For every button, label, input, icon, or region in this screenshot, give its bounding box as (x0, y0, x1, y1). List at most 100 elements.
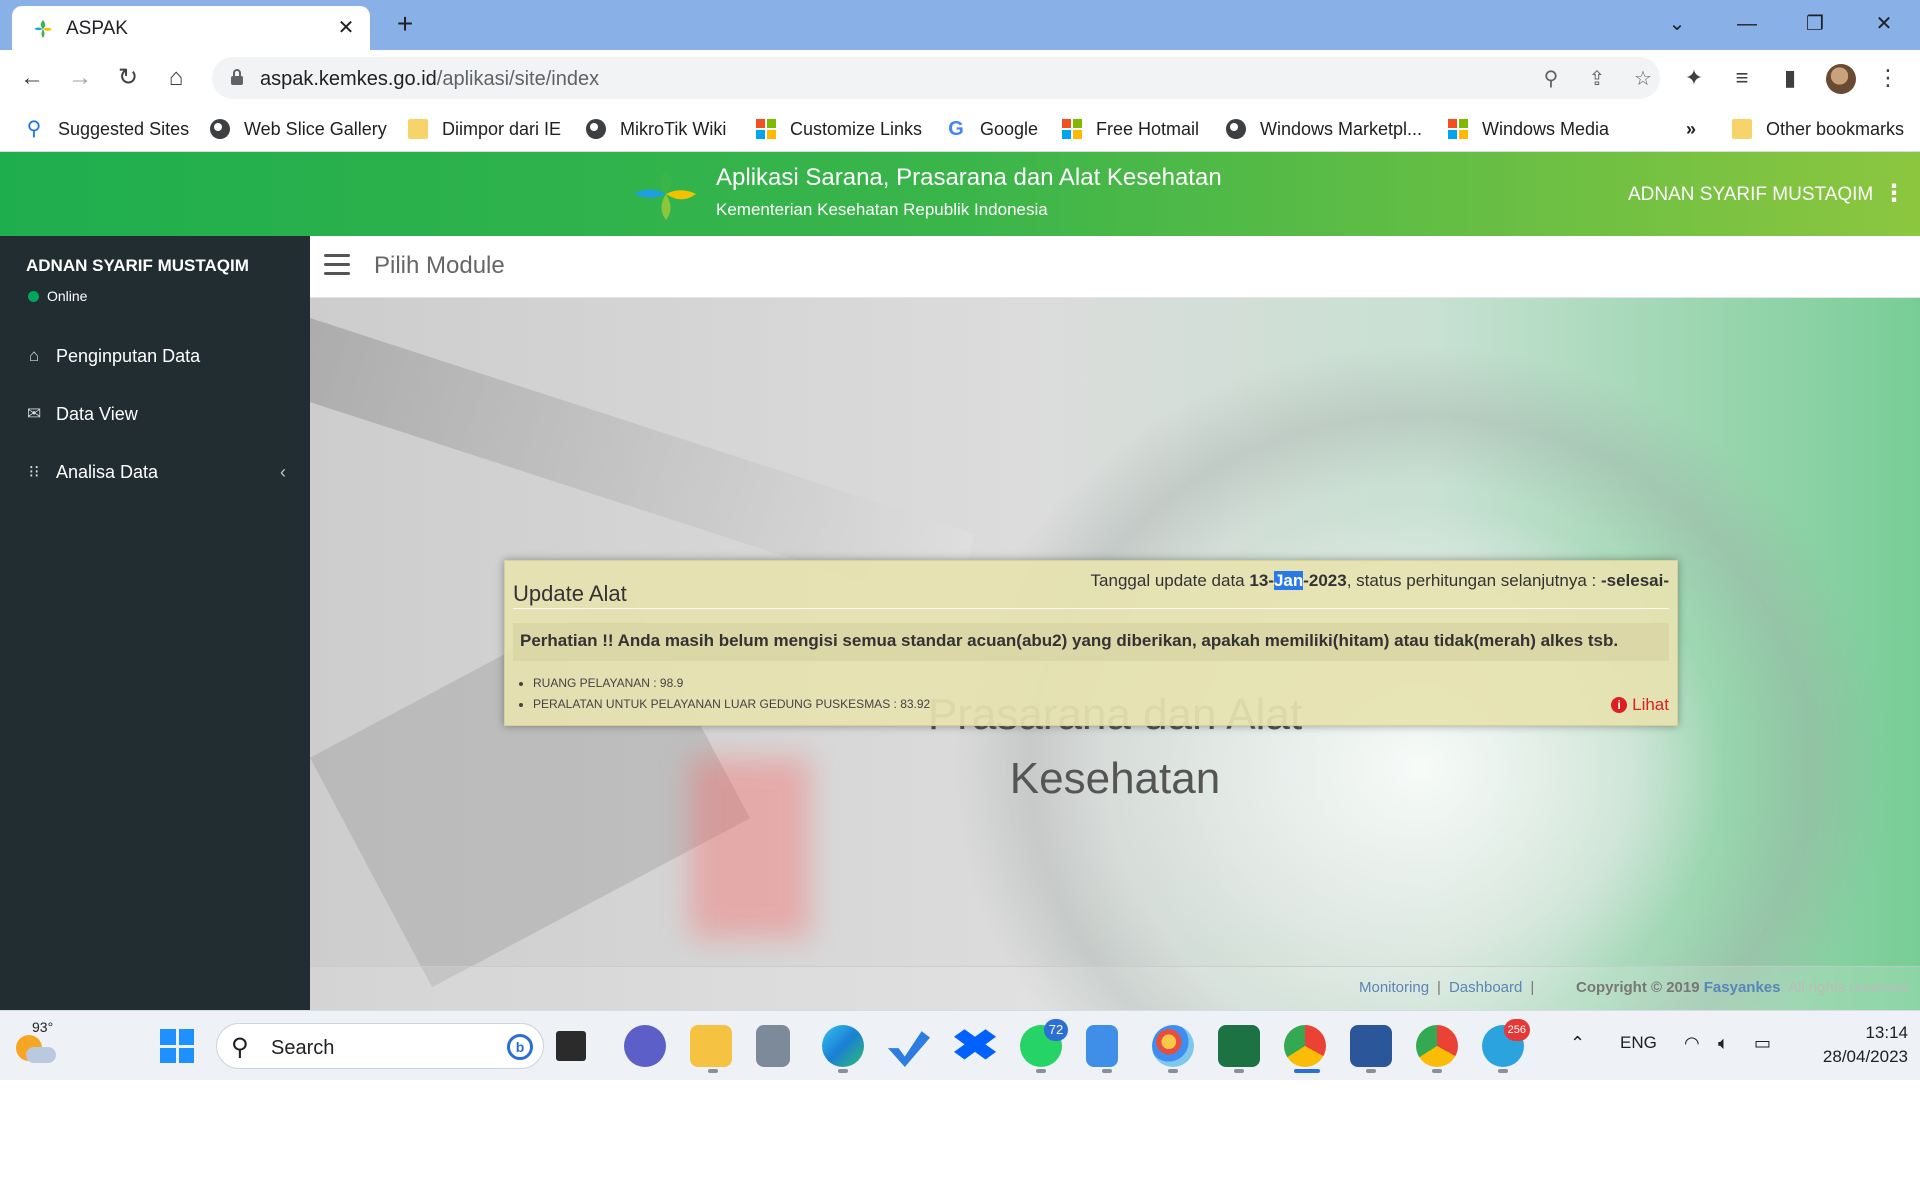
info-circle-icon: i (1611, 697, 1628, 713)
footer-link-dashboard[interactable]: Dashboard (1449, 979, 1522, 996)
profile-avatar[interactable] (1826, 64, 1856, 94)
bookmark-suggested-sites[interactable]: ⚲ Suggested Sites (24, 116, 189, 142)
bookmark-mikrotik-wiki[interactable]: MikroTik Wiki (586, 116, 726, 142)
notepad-icon[interactable] (1086, 1025, 1118, 1067)
list-item: PERALATAN UNTUK PELAYANAN LUAR GEDUNG PU… (533, 694, 930, 715)
windows-taskbar: 93° ⚲ Search b 72 256 ⌃ ENG ◠ 🔈︎ ▭ 13:14… (0, 1010, 1920, 1080)
battery-icon[interactable]: ▭ (1754, 1033, 1771, 1054)
bookmark-web-slice-gallery[interactable]: Web Slice Gallery (210, 116, 387, 142)
sidebar-item-data-view[interactable]: ✉ Data View (0, 386, 310, 442)
bookmark-free-hotmail[interactable]: Free Hotmail (1062, 116, 1199, 142)
tab-close-icon[interactable]: ✕ (334, 16, 358, 40)
browser-menu-icon[interactable]: ⋮ (1872, 62, 1904, 94)
envelope-icon: ✉ (26, 404, 42, 423)
popup-update-info: Tanggal update data 13-Jan-2023, status … (1090, 571, 1669, 590)
windows-icon (1448, 119, 1468, 139)
task-view-icon[interactable] (556, 1031, 586, 1061)
online-dot-icon (28, 290, 39, 302)
footer-link-monitoring[interactable]: Monitoring (1359, 979, 1429, 996)
telegram-icon[interactable]: 256 (1482, 1019, 1530, 1067)
word-icon[interactable] (1350, 1025, 1392, 1067)
app-header: Aplikasi Sarana, Prasarana dan Alat Kese… (0, 152, 1920, 236)
running-indicator (1366, 1069, 1376, 1073)
popup-alert: Perhatian !! Anda masih belum mengisi se… (513, 623, 1669, 661)
search-icon: ⚲ (26, 118, 42, 140)
back-arrow-icon[interactable]: ← (16, 62, 48, 94)
weather-temperature: 93° (32, 1019, 54, 1035)
bookmark-windows-marketplace[interactable]: Windows Marketpl... (1226, 116, 1422, 142)
running-indicator (1432, 1069, 1442, 1073)
sidebar-user-status: Online (28, 288, 87, 304)
running-indicator (1036, 1069, 1046, 1073)
whatsapp-icon[interactable]: 72 (1020, 1019, 1068, 1067)
bookmarks-overflow-button[interactable]: » (1686, 116, 1696, 142)
taskbar-clock[interactable]: 13:14 28/04/2023 (1790, 1021, 1908, 1069)
popup-score-list: RUANG PELAYANAN : 98.9 PERALATAN UNTUK P… (531, 673, 930, 715)
aspak-favicon-icon (34, 20, 52, 38)
share-icon[interactable]: ⇪ (1584, 66, 1610, 92)
running-indicator (1102, 1069, 1112, 1073)
new-tab-icon[interactable]: + (390, 10, 420, 40)
popup-divider (513, 608, 1669, 609)
address-bar[interactable]: aspak.kemkes.go.id/aplikasi/site/index ⚲… (212, 57, 1660, 99)
cloud-icon (26, 1047, 56, 1063)
sidebar-item-penginputan-data[interactable]: ⌂ Penginputan Data (0, 328, 310, 384)
globe-icon (586, 119, 606, 139)
search-icon: ⚲ (231, 1034, 249, 1061)
windows-icon (1062, 119, 1082, 139)
folder-icon (1732, 119, 1752, 139)
google-icon: G (948, 118, 964, 140)
reload-icon[interactable]: ↻ (112, 62, 144, 94)
language-indicator[interactable]: ENG (1620, 1033, 1657, 1053)
volume-icon[interactable]: 🔈︎ (1718, 1033, 1729, 1054)
bookmark-google[interactable]: G Google (946, 116, 1038, 142)
paint-icon[interactable] (1152, 1025, 1194, 1067)
bing-icon[interactable]: b (507, 1034, 533, 1060)
bookmarks-bar: ⚲ Suggested Sites Web Slice Gallery Diim… (0, 106, 1920, 152)
window-close-icon[interactable]: ✕ (1862, 8, 1906, 40)
menu-toggle-icon[interactable] (324, 254, 350, 276)
running-indicator (838, 1069, 848, 1073)
app-title: Aplikasi Sarana, Prasarana dan Alat Kese… (716, 164, 1222, 191)
side-panel-icon[interactable]: ▮ (1774, 62, 1806, 94)
tab-search-chevron-icon[interactable]: ⌄ (1655, 8, 1699, 40)
file-explorer-icon[interactable] (690, 1025, 732, 1067)
edge-icon[interactable] (822, 1025, 864, 1067)
browser-toolbar: ← → ↻ ⌂ aspak.kemkes.go.id/aplikasi/site… (0, 50, 1920, 106)
browser-tab-strip: ASPAK ✕ + ⌄ — ❐ ✕ (0, 0, 1920, 50)
grid-icon: ⁝⁝ (28, 462, 40, 481)
browser-tab-aspak[interactable]: ASPAK ✕ (12, 6, 370, 50)
tab-title: ASPAK (66, 18, 128, 39)
wifi-icon[interactable]: ◠ (1684, 1033, 1700, 1054)
running-indicator (1234, 1069, 1244, 1073)
media-control-icon[interactable]: ≡ (1726, 62, 1758, 94)
minimize-icon[interactable]: — (1725, 8, 1769, 40)
home-icon[interactable]: ⌂ (160, 62, 192, 94)
calculator-icon[interactable] (756, 1025, 790, 1067)
restore-icon[interactable]: ❐ (1793, 8, 1837, 40)
chrome-icon[interactable] (1284, 1025, 1326, 1067)
lihat-link[interactable]: i Lihat (1611, 695, 1669, 715)
teams-chat-icon[interactable] (624, 1025, 666, 1067)
chrome-profile-icon[interactable] (1416, 1025, 1458, 1067)
excel-icon[interactable] (1218, 1025, 1260, 1067)
bookmark-other-bookmarks[interactable]: Other bookmarks (1732, 116, 1904, 142)
header-user-name[interactable]: ADNAN SYARIF MUSTAQIM (1628, 184, 1873, 206)
extensions-icon[interactable]: ✦ (1678, 62, 1710, 94)
sidebar-item-analisa-data[interactable]: ⁝⁝ Analisa Data ‹ (0, 444, 310, 500)
zoom-icon[interactable]: ⚲ (1538, 66, 1564, 92)
forward-arrow-icon[interactable]: → (64, 62, 96, 94)
app-subtitle: Kementerian Kesehatan Republik Indonesia (716, 200, 1048, 219)
footer-copyright: Copyright © 2019 Fasyankes. All rights r… (1576, 979, 1913, 996)
header-more-icon[interactable]: ⋮ (1882, 180, 1906, 208)
bookmark-diimpor-dari-ie[interactable]: Diimpor dari IE (408, 116, 561, 142)
start-button[interactable] (160, 1029, 194, 1063)
chevron-up-icon[interactable]: ⌃ (1570, 1033, 1585, 1054)
dropbox-icon[interactable] (954, 1029, 996, 1060)
bookmark-windows-media[interactable]: Windows Media (1448, 116, 1609, 142)
taskbar-search[interactable]: ⚲ Search b (216, 1023, 544, 1069)
bookmark-star-icon[interactable]: ☆ (1630, 66, 1656, 92)
bookmark-customize-links[interactable]: Customize Links (756, 116, 922, 142)
todo-check-icon[interactable] (888, 1031, 930, 1067)
running-indicator (708, 1069, 718, 1073)
